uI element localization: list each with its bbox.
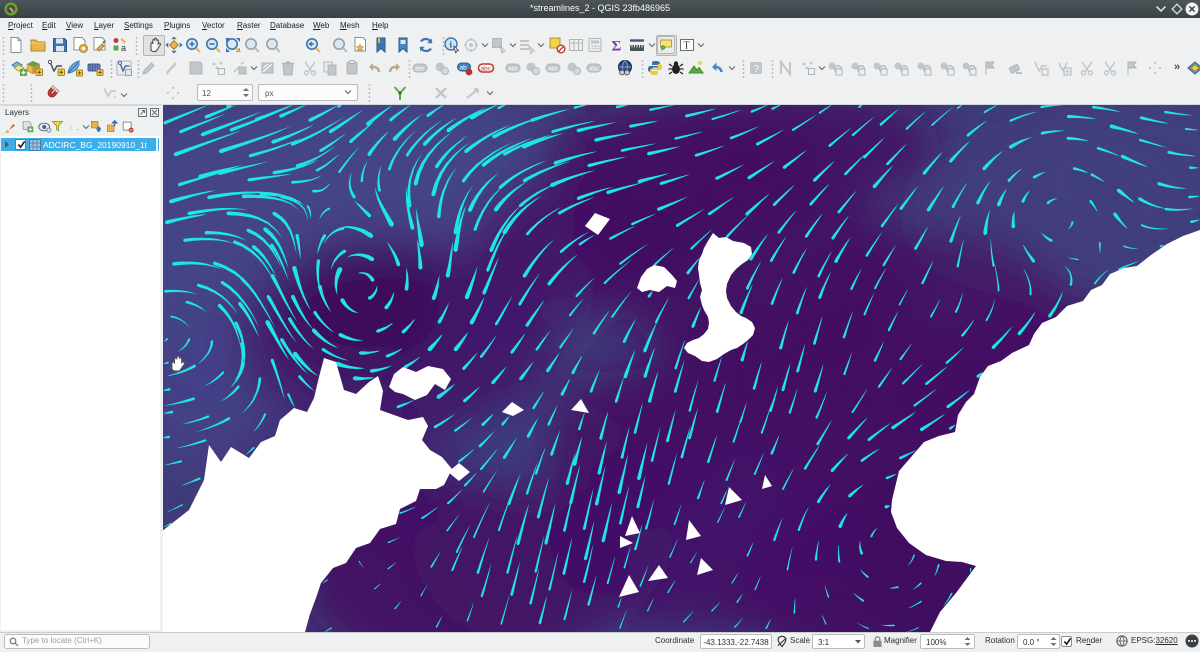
svg-text:abc: abc	[481, 66, 492, 73]
svg-text:Σ: Σ	[612, 39, 622, 55]
svg-text:abc: abc	[508, 67, 518, 73]
svg-text:abc: abc	[589, 67, 599, 73]
svg-text:T: T	[684, 41, 690, 52]
svg-text:abc: abc	[415, 67, 425, 73]
svg-text:?: ?	[754, 64, 760, 75]
svg-text:a: a	[121, 43, 126, 53]
svg-text:ε: ε	[70, 123, 74, 132]
svg-text:abc: abc	[548, 67, 558, 73]
svg-text:ab: ab	[460, 65, 468, 72]
